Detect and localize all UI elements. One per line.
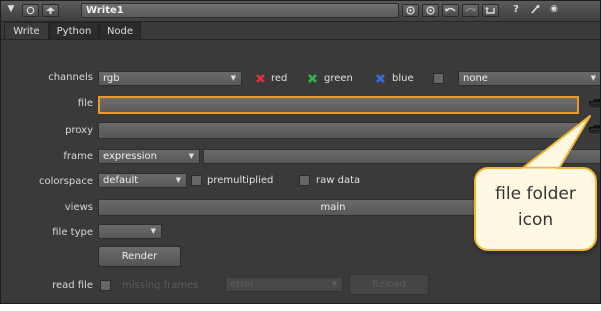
missing-frames-value: error [230, 279, 255, 290]
blue-checkbox[interactable] [375, 73, 386, 84]
alpha-channel-dropdown[interactable]: none ▼ [458, 71, 600, 86]
annotation-callout: file folder icon [474, 167, 597, 251]
alpha-checkbox[interactable] [433, 73, 444, 84]
folder-icon[interactable] [588, 98, 600, 110]
views-label: views [64, 202, 93, 213]
float-panel-icon[interactable] [528, 4, 542, 17]
red-checkbox[interactable] [255, 73, 266, 84]
frame-label: frame [63, 151, 93, 162]
tab-divider [1, 39, 600, 40]
redo-icon[interactable] [462, 4, 479, 17]
channels-dropdown[interactable]: rgb ▼ [98, 71, 242, 86]
red-label: red [271, 73, 288, 84]
premultiplied-label: premultiplied [207, 175, 274, 186]
missing-frames-label: missing frames [122, 280, 199, 291]
undo-icon[interactable] [442, 4, 459, 17]
file-type-label: file type [52, 227, 93, 238]
blue-label: blue [392, 73, 414, 84]
dropdown-arrow-icon: ▼ [230, 74, 236, 82]
read-file-checkbox[interactable] [100, 280, 111, 291]
frame-mode-value: expression [103, 151, 157, 162]
missing-frames-dropdown[interactable]: error ▼ [225, 277, 343, 292]
colorspace-dropdown[interactable]: default ▼ [98, 173, 187, 188]
node-name-field[interactable]: Write1 [81, 3, 399, 18]
revert-icon[interactable] [482, 4, 499, 17]
colorspace-label: colorspace [39, 176, 93, 187]
tab-bar: Write Python Node [1, 22, 600, 40]
dropdown-arrow-icon: ▼ [590, 74, 596, 82]
green-label: green [324, 73, 353, 84]
channels-label: channels [48, 72, 93, 83]
proxy-path-input[interactable] [98, 122, 579, 139]
frame-mode-dropdown[interactable]: expression ▼ [98, 149, 200, 164]
frame-expression-input[interactable] [203, 149, 600, 164]
tab-python[interactable]: Python [49, 22, 99, 40]
channels-value: rgb [103, 73, 120, 84]
proxy-label: proxy [65, 125, 93, 136]
file-type-dropdown[interactable]: ▼ [98, 224, 162, 239]
node-color-icon[interactable] [22, 4, 39, 17]
green-checkbox[interactable] [307, 73, 318, 84]
tab-node[interactable]: Node [99, 22, 141, 40]
reload-button[interactable]: Reload [349, 274, 429, 295]
file-path-input[interactable] [98, 96, 579, 114]
read-file-label: read file [52, 280, 93, 291]
title-bar: ▼ Write1 ? ◉ [1, 1, 600, 22]
file-label: file [77, 98, 93, 109]
render-button[interactable]: Render [98, 246, 181, 267]
tab-write[interactable]: Write [4, 22, 49, 40]
zoom-icon[interactable] [402, 4, 419, 17]
collapse-arrow-icon[interactable]: ▼ [4, 4, 18, 17]
folder-icon[interactable] [588, 124, 600, 136]
alpha-channel-value: none [463, 73, 488, 84]
bottom-margin [0, 304, 601, 311]
write-node-properties-panel: ▼ Write1 ? ◉ Write Python Node channels … [0, 0, 601, 304]
pin-icon[interactable] [42, 4, 59, 17]
close-panel-icon[interactable]: ◉ [547, 4, 561, 17]
raw-data-checkbox[interactable] [299, 175, 310, 186]
raw-data-label: raw data [316, 175, 361, 186]
dropdown-arrow-icon: ▼ [188, 152, 194, 160]
premultiplied-checkbox[interactable] [191, 175, 202, 186]
dropdown-arrow-icon: ▼ [150, 227, 156, 235]
colorspace-value: default [103, 175, 139, 186]
center-icon[interactable] [422, 4, 439, 17]
dropdown-arrow-icon: ▼ [331, 280, 337, 288]
help-icon[interactable]: ? [509, 4, 523, 17]
dropdown-arrow-icon: ▼ [175, 176, 181, 184]
callout-text: file folder icon [495, 184, 576, 230]
